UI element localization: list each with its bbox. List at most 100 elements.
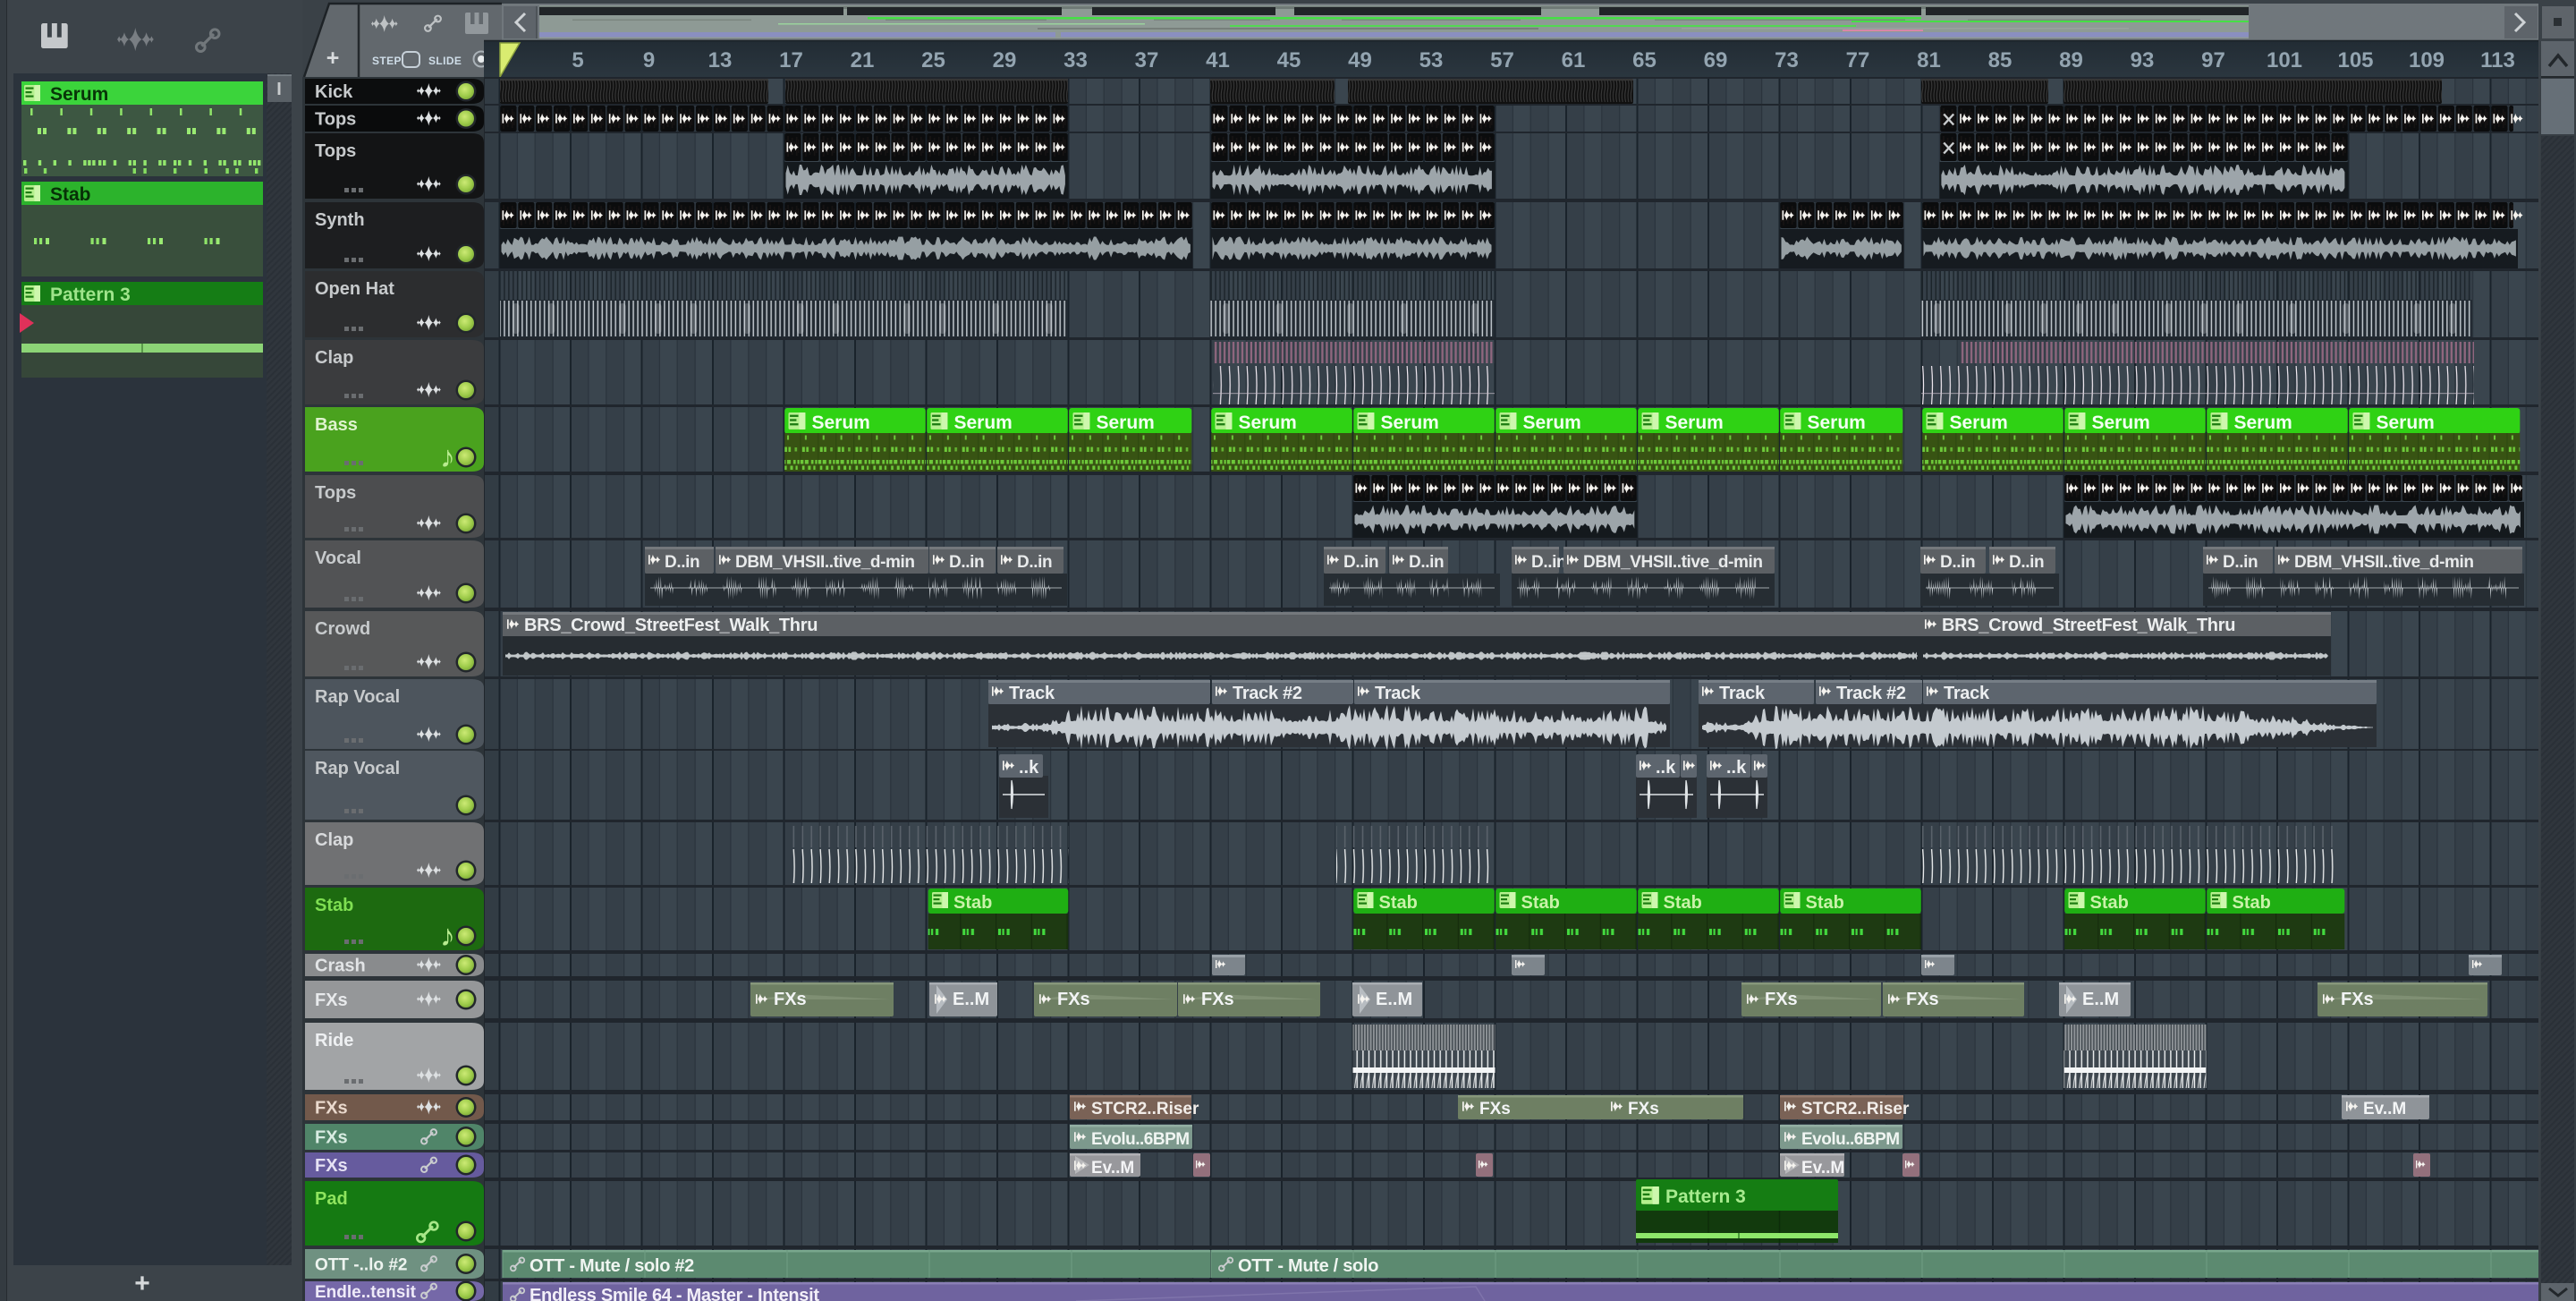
svg-text:Synth: Synth (315, 210, 365, 230)
svg-text:Serum: Serum (812, 412, 870, 433)
svg-text:FXs: FXs (315, 1156, 348, 1176)
svg-text:BRS_Crowd_StreetFest_Walk_Thru: BRS_Crowd_StreetFest_Walk_Thru (1942, 616, 2235, 635)
svg-text:I: I (276, 80, 282, 99)
svg-text:Evolu..6BPM: Evolu..6BPM (1801, 1130, 1900, 1149)
svg-text:Pattern 3: Pattern 3 (1665, 1186, 1746, 1207)
svg-text:♪: ♪ (440, 440, 455, 474)
svg-text:Serum: Serum (1523, 412, 1581, 433)
svg-text:Serum: Serum (2092, 412, 2150, 433)
svg-text:SLIDE: SLIDE (428, 55, 462, 67)
svg-text:Kick: Kick (315, 82, 353, 102)
svg-text:FXs: FXs (2341, 990, 2374, 1009)
svg-text:101: 101 (2267, 48, 2302, 72)
svg-text:D..in: D..in (1531, 553, 1566, 572)
svg-text:Serum: Serum (50, 84, 108, 105)
svg-text:Ev..M: Ev..M (1091, 1159, 1134, 1178)
svg-text:BRS_Crowd_StreetFest_Walk_Thru: BRS_Crowd_StreetFest_Walk_Thru (524, 616, 818, 635)
svg-text:Serum: Serum (1239, 412, 1297, 433)
svg-text:Clap: Clap (315, 830, 353, 850)
svg-text:D..in: D..in (665, 553, 699, 572)
svg-text:Tops: Tops (315, 141, 356, 161)
svg-text:97: 97 (2201, 48, 2225, 72)
svg-text:D..in: D..in (1940, 553, 1975, 572)
svg-text:DBM_VHSII..tive_d-min: DBM_VHSII..tive_d-min (735, 553, 915, 572)
svg-text:Track: Track (1375, 684, 1421, 703)
svg-text:41: 41 (1206, 48, 1230, 72)
svg-text:85: 85 (1988, 48, 2012, 72)
svg-text:65: 65 (1632, 48, 1657, 72)
svg-text:Clap: Clap (315, 348, 353, 368)
svg-text:77: 77 (1846, 48, 1870, 72)
svg-text:Stab: Stab (315, 896, 353, 915)
svg-text:61: 61 (1562, 48, 1586, 72)
svg-text:Stab: Stab (1379, 893, 1418, 913)
svg-text:81: 81 (1917, 48, 1941, 72)
svg-text:Track: Track (1719, 684, 1766, 703)
svg-text:Stab: Stab (1806, 893, 1844, 913)
svg-text:69: 69 (1704, 48, 1728, 72)
svg-text:Serum: Serum (1808, 412, 1866, 433)
svg-text:Track: Track (1944, 684, 1990, 703)
svg-text:Track: Track (1009, 684, 1055, 703)
svg-text:Open Hat: Open Hat (315, 279, 394, 299)
svg-text:FXs: FXs (774, 990, 807, 1009)
svg-text:Bass: Bass (315, 415, 358, 435)
svg-text:FXs: FXs (315, 991, 348, 1010)
svg-text:113: 113 (2480, 48, 2515, 72)
svg-text:Stab: Stab (2233, 893, 2271, 913)
svg-text:E..M: E..M (2082, 990, 2119, 1009)
svg-text:37: 37 (1135, 48, 1159, 72)
svg-text:25: 25 (921, 48, 945, 72)
svg-text:Serum: Serum (2377, 412, 2435, 433)
svg-text:FXs: FXs (1479, 1100, 1511, 1118)
svg-text:E..M: E..M (953, 990, 989, 1009)
svg-text:45: 45 (1277, 48, 1301, 72)
svg-text:Ev..M: Ev..M (1801, 1159, 1844, 1178)
svg-text:OTT - Mute / solo #2: OTT - Mute / solo #2 (530, 1256, 694, 1276)
svg-text:Crowd: Crowd (315, 619, 370, 639)
svg-text:D..in: D..in (2223, 553, 2258, 572)
svg-text:..k: ..k (1656, 758, 1676, 778)
svg-text:D..in: D..in (1409, 553, 1444, 572)
svg-text:Stab: Stab (1664, 893, 1702, 913)
svg-text:Evolu..6BPM: Evolu..6BPM (1091, 1130, 1190, 1149)
svg-text:Endless Smile 64 - Master - In: Endless Smile 64 - Master - Intensit (530, 1286, 819, 1301)
svg-text:Serum: Serum (1381, 412, 1439, 433)
svg-text:DBM_VHSII..tive_d-min: DBM_VHSII..tive_d-min (1583, 553, 1763, 572)
svg-text:Serum: Serum (954, 412, 1013, 433)
svg-text:33: 33 (1063, 48, 1088, 72)
svg-text:109: 109 (2409, 48, 2445, 72)
svg-text:FXs: FXs (1628, 1100, 1659, 1118)
svg-text:49: 49 (1348, 48, 1372, 72)
svg-text:Rap Vocal: Rap Vocal (315, 687, 400, 707)
svg-text:Serum: Serum (2234, 412, 2292, 433)
svg-text:Tops: Tops (315, 110, 356, 130)
svg-text:FXs: FXs (1765, 990, 1798, 1009)
svg-text:E..M: E..M (1376, 990, 1412, 1009)
svg-text:FXs: FXs (1057, 990, 1090, 1009)
svg-text:9: 9 (643, 48, 655, 72)
svg-text:13: 13 (708, 48, 733, 72)
svg-text:Ev..M: Ev..M (2363, 1100, 2406, 1118)
svg-text:STCR2..Riser: STCR2..Riser (1091, 1100, 1199, 1118)
svg-text:STEP: STEP (372, 55, 402, 67)
svg-text:Endle..tensit: Endle..tensit (315, 1283, 417, 1301)
svg-text:DBM_VHSII..tive_d-min: DBM_VHSII..tive_d-min (2294, 553, 2474, 572)
svg-text:+: + (326, 46, 340, 71)
svg-text:Tops: Tops (315, 483, 356, 503)
svg-text:..k: ..k (1019, 758, 1039, 778)
svg-text:FXs: FXs (1906, 990, 1939, 1009)
svg-text:89: 89 (2059, 48, 2083, 72)
svg-text:♪: ♪ (440, 919, 455, 953)
svg-text:Serum: Serum (1950, 412, 2008, 433)
svg-text:FXs: FXs (1201, 990, 1234, 1009)
svg-text:Pad: Pad (315, 1189, 348, 1209)
svg-text:Vocal: Vocal (315, 548, 361, 568)
svg-text:105: 105 (2337, 48, 2373, 72)
svg-text:+: + (134, 1269, 150, 1298)
svg-text:Serum: Serum (1097, 412, 1155, 433)
svg-text:17: 17 (779, 48, 803, 72)
svg-text:Rap Vocal: Rap Vocal (315, 759, 400, 778)
svg-text:Stab: Stab (953, 893, 992, 913)
svg-text:FXs: FXs (315, 1099, 348, 1118)
